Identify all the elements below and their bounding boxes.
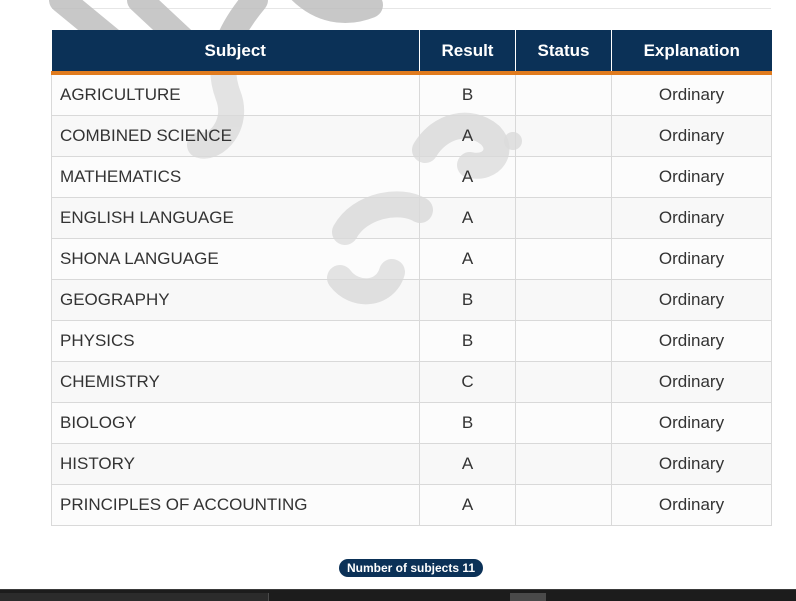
subject-cell: PRINCIPLES OF ACCOUNTING [51, 484, 420, 526]
table-row: HISTORY A Ordinary [51, 443, 772, 485]
result-cell: B [419, 279, 516, 321]
results-table: Subject Result Status Explanation AGRICU… [51, 30, 772, 526]
subject-cell: AGRICULTURE [51, 72, 420, 116]
status-cell [515, 402, 612, 444]
explanation-cell: Ordinary [611, 443, 772, 485]
explanation-cell: Ordinary [611, 279, 772, 321]
result-cell: A [419, 443, 516, 485]
result-cell: B [419, 402, 516, 444]
result-cell: B [419, 320, 516, 362]
subject-column-header: Subject [51, 30, 420, 75]
table-row: PRINCIPLES OF ACCOUNTING A Ordinary [51, 484, 772, 526]
explanation-cell: Ordinary [611, 115, 772, 157]
subject-cell: BIOLOGY [51, 402, 420, 444]
subject-cell: PHYSICS [51, 320, 420, 362]
subject-cell: GEOGRAPHY [51, 279, 420, 321]
status-cell [515, 238, 612, 280]
status-cell [515, 115, 612, 157]
table-row: AGRICULTURE B Ordinary [51, 72, 772, 116]
taskbar [0, 589, 796, 601]
taskbar-item[interactable] [510, 593, 546, 601]
table-row: SHONA LANGUAGE A Ordinary [51, 238, 772, 280]
subject-cell: MATHEMATICS [51, 156, 420, 198]
explanation-cell: Ordinary [611, 72, 772, 116]
table-row: CHEMISTRY C Ordinary [51, 361, 772, 403]
table-row: PHYSICS B Ordinary [51, 320, 772, 362]
status-cell [515, 484, 612, 526]
status-cell [515, 197, 612, 239]
subject-cell: ENGLISH LANGUAGE [51, 197, 420, 239]
table-row: MATHEMATICS A Ordinary [51, 156, 772, 198]
table-row: ENGLISH LANGUAGE A Ordinary [51, 197, 772, 239]
explanation-cell: Ordinary [611, 156, 772, 198]
status-column-header: Status [515, 30, 612, 75]
result-cell: B [419, 72, 516, 116]
status-cell [515, 320, 612, 362]
table-header-row: Subject Result Status Explanation [51, 30, 772, 75]
table-row: BIOLOGY B Ordinary [51, 402, 772, 444]
result-column-header: Result [419, 30, 516, 75]
status-cell [515, 443, 612, 485]
explanation-cell: Ordinary [611, 238, 772, 280]
explanation-cell: Ordinary [611, 197, 772, 239]
status-cell [515, 72, 612, 116]
explanation-cell: Ordinary [611, 320, 772, 362]
result-cell: A [419, 115, 516, 157]
table-row: GEOGRAPHY B Ordinary [51, 279, 772, 321]
result-cell: A [419, 156, 516, 198]
subject-cell: HISTORY [51, 443, 420, 485]
explanation-column-header: Explanation [611, 30, 772, 75]
status-cell [515, 156, 612, 198]
explanation-cell: Ordinary [611, 361, 772, 403]
explanation-cell: Ordinary [611, 402, 772, 444]
result-cell: A [419, 484, 516, 526]
result-cell: A [419, 197, 516, 239]
table-row: COMBINED SCIENCE A Ordinary [51, 115, 772, 157]
subject-count-badge: Number of subjects 11 [339, 559, 484, 577]
explanation-cell: Ordinary [611, 484, 772, 526]
status-cell [515, 361, 612, 403]
result-cell: C [419, 361, 516, 403]
result-cell: A [419, 238, 516, 280]
subject-cell: COMBINED SCIENCE [51, 115, 420, 157]
top-divider [52, 8, 771, 9]
results-page: Subject Result Status Explanation AGRICU… [0, 0, 796, 601]
status-cell [515, 279, 612, 321]
subject-cell: SHONA LANGUAGE [51, 238, 420, 280]
taskbar-item[interactable] [0, 593, 269, 601]
subject-cell: CHEMISTRY [51, 361, 420, 403]
